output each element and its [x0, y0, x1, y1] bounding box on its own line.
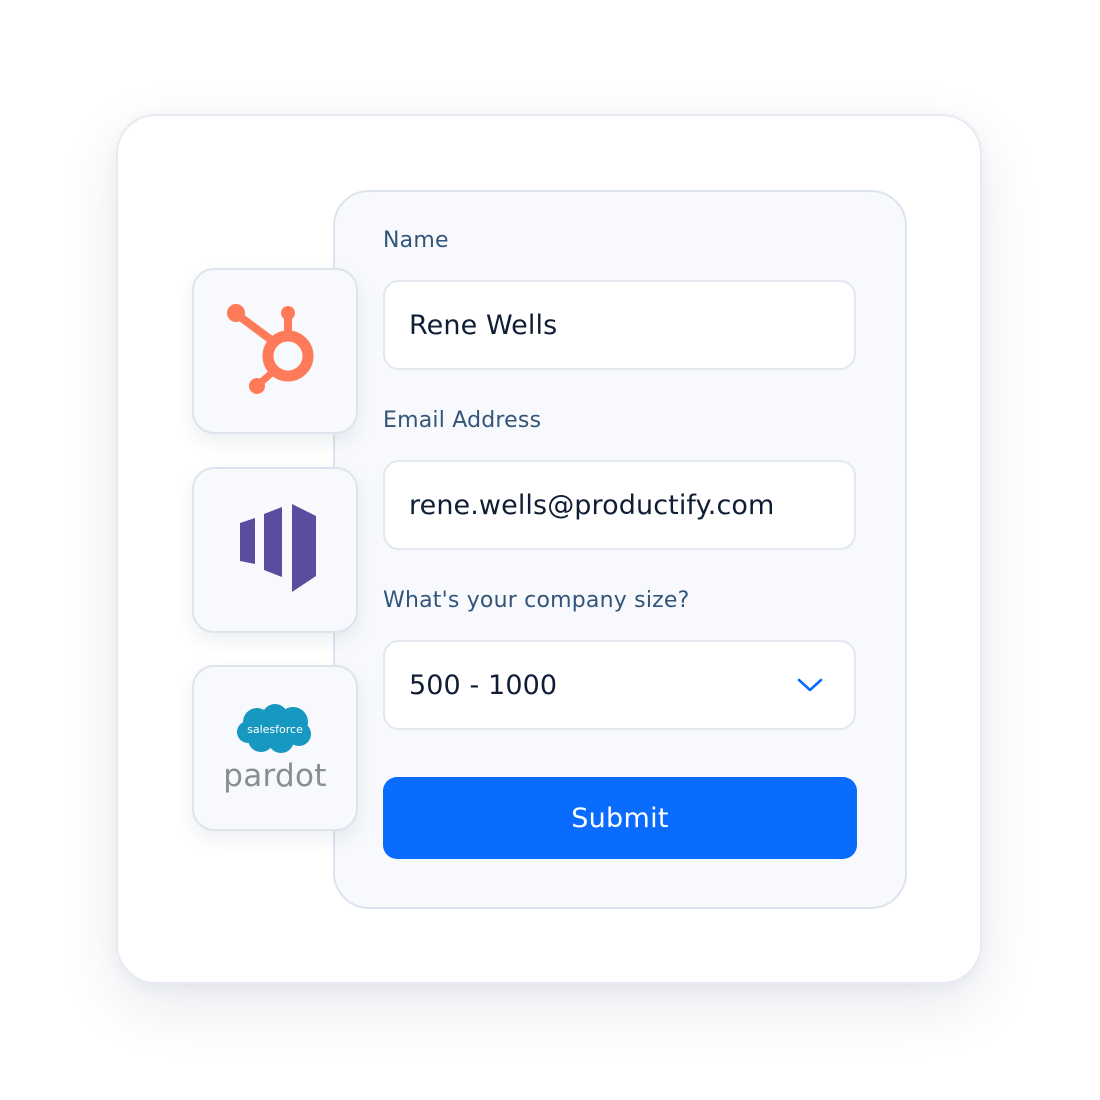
- pardot-tile[interactable]: salesforce pardot: [192, 665, 358, 831]
- chevron-down-icon[interactable]: [796, 671, 824, 699]
- email-input-value: rene.wells@productify.com: [409, 489, 775, 521]
- hubspot-icon: [227, 304, 314, 394]
- name-input[interactable]: Rene Wells: [383, 280, 856, 370]
- email-label: Email Address: [383, 408, 542, 433]
- hubspot-tile[interactable]: [192, 268, 358, 434]
- salesforce-badge-text: salesforce: [247, 723, 303, 736]
- marketo-tile[interactable]: [192, 467, 358, 633]
- company-size-label: What's your company size?: [383, 588, 690, 613]
- marketo-icon: [240, 504, 316, 592]
- name-input-value: Rene Wells: [409, 309, 558, 341]
- company-size-select[interactable]: 500 - 1000: [383, 640, 856, 730]
- name-label: Name: [383, 228, 449, 253]
- salesforce-icon: salesforce: [237, 704, 311, 753]
- company-size-value: 500 - 1000: [409, 669, 558, 701]
- email-input[interactable]: rene.wells@productify.com: [383, 460, 856, 550]
- pardot-logo-text: pardot: [223, 758, 327, 794]
- page: salesforce pardot Name Rene Wells Email …: [0, 0, 1100, 1100]
- submit-button[interactable]: Submit: [383, 777, 857, 859]
